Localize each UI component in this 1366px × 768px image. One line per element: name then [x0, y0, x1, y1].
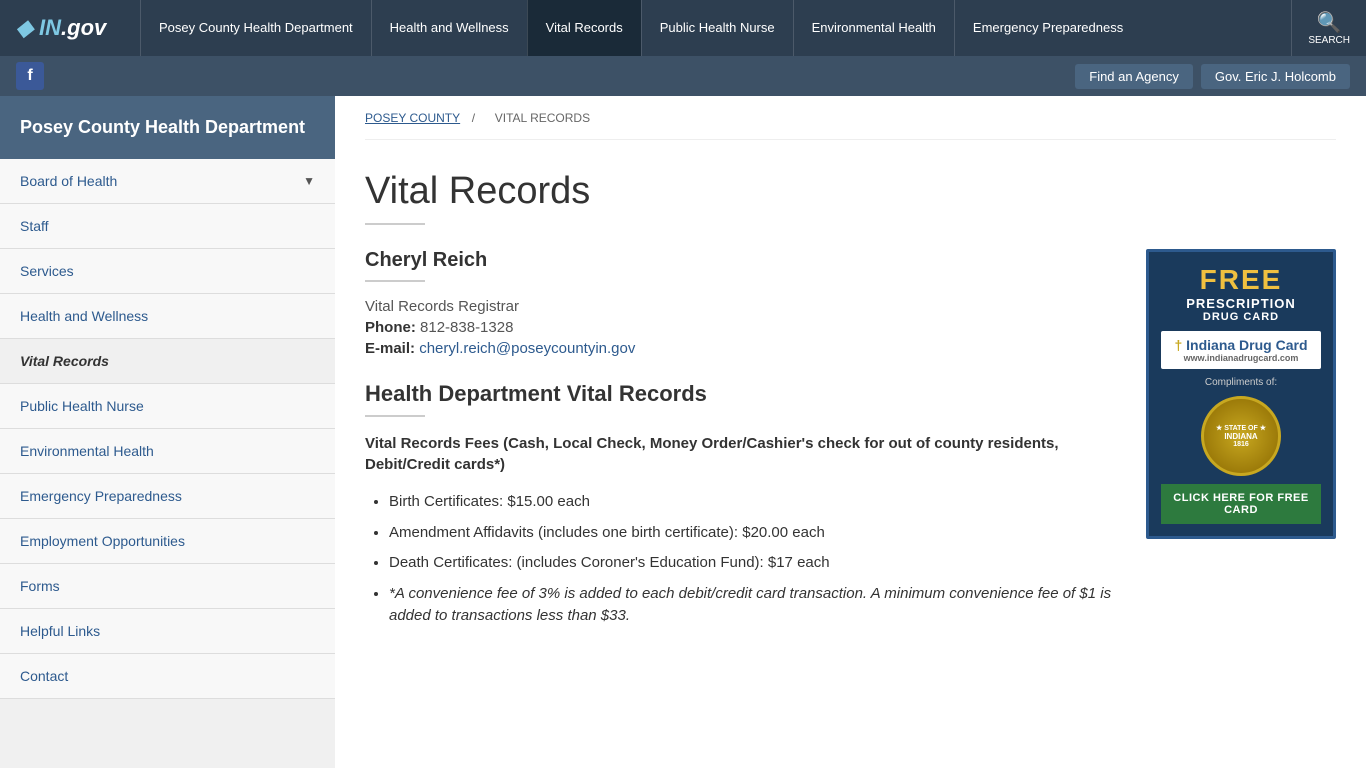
nav-health-wellness[interactable]: Health and Wellness — [371, 0, 527, 56]
sidebar-item-board-of-health[interactable]: Board of Health ▼ — [0, 159, 335, 203]
sidebar-item-environmental-health[interactable]: Environmental Health — [0, 429, 335, 473]
list-item: Public Health Nurse — [0, 384, 335, 429]
contact-email: E-mail: cheryl.reich@poseycountyin.gov — [365, 340, 1116, 357]
sidebar-item-contact[interactable]: Contact — [0, 654, 335, 698]
ad-drug-card-label: DRUG CARD — [1161, 311, 1321, 323]
list-item: Board of Health ▼ — [0, 159, 335, 204]
email-link[interactable]: cheryl.reich@poseycountyin.gov — [419, 340, 635, 357]
fee-list: Birth Certificates: $15.00 each Amendmen… — [365, 491, 1116, 628]
breadcrumb-current: VITAL RECORDS — [495, 111, 590, 125]
ad-seal: ★ STATE OF ★ INDIANA 1816 — [1201, 396, 1281, 476]
list-item: Amendment Affidavits (includes one birth… — [389, 522, 1116, 545]
phone-label: Phone: — [365, 319, 416, 336]
sidebar-item-emergency-preparedness[interactable]: Emergency Preparedness — [0, 474, 335, 518]
find-agency-button[interactable]: Find an Agency — [1075, 64, 1193, 89]
sidebar-nav: Board of Health ▼ Staff Services Health … — [0, 159, 335, 699]
list-item: Employment Opportunities — [0, 519, 335, 564]
list-item: Contact — [0, 654, 335, 699]
sidebar-item-employment[interactable]: Employment Opportunities — [0, 519, 335, 563]
list-item: Helpful Links — [0, 609, 335, 654]
top-navigation: ◆ IN.gov Posey County Health Department … — [0, 0, 1366, 56]
list-item: Vital Records — [0, 339, 335, 384]
breadcrumb-parent[interactable]: POSEY COUNTY — [365, 111, 460, 125]
phone-value: 812-838-1328 — [420, 319, 513, 336]
secondary-navigation: f Find an Agency Gov. Eric J. Holcomb — [0, 56, 1366, 96]
sidebar-item-public-health-nurse[interactable]: Public Health Nurse — [0, 384, 335, 428]
governor-button[interactable]: Gov. Eric J. Holcomb — [1201, 64, 1350, 89]
nav-vital-records[interactable]: Vital Records — [527, 0, 641, 56]
section2-title: Health Department Vital Records — [365, 381, 1116, 407]
list-item: Environmental Health — [0, 429, 335, 474]
list-item: *A convenience fee of 3% is added to eac… — [389, 583, 1116, 628]
list-item: Forms — [0, 564, 335, 609]
facebook-icon[interactable]: f — [16, 62, 44, 90]
ad-seal-text: ★ STATE OF ★ INDIANA 1816 — [1216, 424, 1266, 448]
title-divider — [365, 223, 425, 225]
ad-logo-url: www.indianadrugcard.com — [1169, 353, 1313, 363]
sidebar-item-services[interactable]: Services — [0, 249, 335, 293]
list-item: Health and Wellness — [0, 294, 335, 339]
nav-emergency-preparedness[interactable]: Emergency Preparedness — [954, 0, 1141, 56]
nav-items: Posey County Health Department Health an… — [140, 0, 1291, 56]
site-logo[interactable]: ◆ IN.gov — [0, 0, 140, 56]
email-label: E-mail: — [365, 340, 415, 357]
ad-cta-button[interactable]: CLICK HERE FOR FREE CARD — [1161, 484, 1321, 524]
list-item: Death Certificates: (includes Coroner's … — [389, 552, 1116, 575]
ad-prescription-label: PRESCRIPTION — [1161, 296, 1321, 311]
chevron-down-icon: ▼ — [303, 174, 315, 188]
sidebar-item-forms[interactable]: Forms — [0, 564, 335, 608]
sidebar-item-health-wellness[interactable]: Health and Wellness — [0, 294, 335, 338]
page-title: Vital Records — [365, 170, 1336, 213]
content-main: Cheryl Reich Vital Records Registrar Pho… — [365, 249, 1116, 644]
contact-name: Cheryl Reich — [365, 249, 1116, 272]
list-item: Services — [0, 249, 335, 294]
main-container: Posey County Health Department Board of … — [0, 96, 1366, 768]
nav-posey-county[interactable]: Posey County Health Department — [140, 0, 371, 56]
main-content: POSEY COUNTY / VITAL RECORDS Vital Recor… — [335, 96, 1366, 768]
sidebar-item-vital-records[interactable]: Vital Records — [0, 339, 335, 383]
contact-phone: Phone: 812-838-1328 — [365, 319, 1116, 336]
sidebar-item-staff[interactable]: Staff — [0, 204, 335, 248]
breadcrumb: POSEY COUNTY / VITAL RECORDS — [365, 96, 1336, 140]
nav-environmental-health[interactable]: Environmental Health — [793, 0, 954, 56]
sidebar: Posey County Health Department Board of … — [0, 96, 335, 768]
list-item: Emergency Preparedness — [0, 474, 335, 519]
ad-free-label: FREE — [1161, 264, 1321, 296]
list-item: Staff — [0, 204, 335, 249]
secondary-right: Find an Agency Gov. Eric J. Holcomb — [1075, 64, 1350, 89]
breadcrumb-separator: / — [472, 111, 475, 125]
search-icon: 🔍 — [1317, 10, 1342, 35]
search-button[interactable]: 🔍 SEARCH — [1291, 0, 1366, 56]
sidebar-item-helpful-links[interactable]: Helpful Links — [0, 609, 335, 653]
list-item: Birth Certificates: $15.00 each — [389, 491, 1116, 514]
ad-card[interactable]: FREE PRESCRIPTION DRUG CARD † Indiana Dr… — [1146, 249, 1336, 539]
secondary-left: f — [16, 62, 44, 90]
ad-compliments: Compliments of: — [1161, 377, 1321, 388]
section-divider-1 — [365, 280, 425, 282]
contact-title: Vital Records Registrar — [365, 298, 1116, 315]
nav-public-health-nurse[interactable]: Public Health Nurse — [641, 0, 793, 56]
fees-note: Vital Records Fees (Cash, Local Check, M… — [365, 433, 1116, 475]
sidebar-title: Posey County Health Department — [0, 96, 335, 159]
section-divider-2 — [365, 415, 425, 417]
ad-logo: † Indiana Drug Card www.indianadrugcard.… — [1161, 331, 1321, 369]
contact-info: Vital Records Registrar Phone: 812-838-1… — [365, 298, 1116, 357]
logo-text: ◆ IN.gov — [16, 15, 106, 41]
content-flex: Cheryl Reich Vital Records Registrar Pho… — [365, 249, 1336, 644]
ad-logo-name: † Indiana Drug Card — [1169, 337, 1313, 353]
